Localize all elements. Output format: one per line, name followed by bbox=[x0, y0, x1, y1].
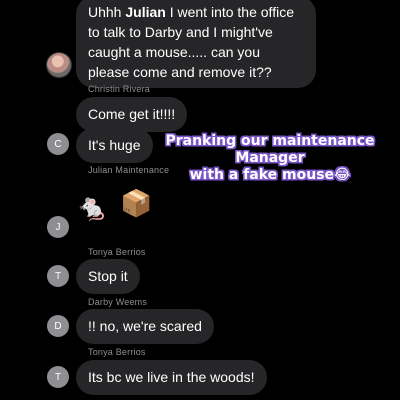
message-bubble-7[interactable]: Its bc we live in the woods! bbox=[76, 360, 267, 395]
message-text: !! no, we're scared bbox=[88, 318, 202, 334]
overlay-line-2: Manager bbox=[235, 150, 305, 166]
message-bubble-3[interactable]: It's huge bbox=[76, 128, 153, 163]
mentioned-name: Julian bbox=[125, 4, 166, 20]
sender-name: Tonya Berrios bbox=[88, 347, 146, 357]
overlay-line-3: with a fake mouse😂 bbox=[189, 167, 351, 183]
sender-name: Julian Maintenance bbox=[88, 165, 170, 175]
sender-name: Tonya Berrios bbox=[88, 247, 146, 257]
message-text: It's huge bbox=[88, 137, 141, 153]
message-text: Come get it!!!! bbox=[88, 106, 176, 122]
message-line-4: please come and remove it?? bbox=[88, 64, 272, 80]
message-bubble-6[interactable]: !! no, we're scared bbox=[76, 309, 214, 344]
sender-name: Christin Rivera bbox=[88, 84, 151, 94]
message-bubble-5[interactable]: Stop it bbox=[76, 259, 140, 294]
overlay-caption: Pranking our maintenance Manager with a … bbox=[160, 133, 380, 184]
message-text-prefix: Uhhh bbox=[88, 4, 126, 20]
avatar-j[interactable]: J bbox=[47, 216, 69, 238]
message-text: Its bc we live in the woods! bbox=[88, 369, 255, 385]
rat-emoji-icon[interactable]: 🐁 bbox=[76, 192, 108, 222]
avatar-t[interactable]: T bbox=[47, 265, 69, 287]
avatar-t[interactable]: T bbox=[47, 366, 69, 388]
avatar-d[interactable]: D bbox=[47, 315, 69, 337]
sender-name: Darby Weems bbox=[88, 297, 148, 307]
avatar-c[interactable]: C bbox=[47, 133, 69, 155]
package-emoji-icon[interactable]: 📦 bbox=[120, 188, 152, 218]
message-bubble-1[interactable]: Uhhh Julian I went into the office to ta… bbox=[76, 0, 316, 88]
message-line-2: to talk to Darby and I might've bbox=[88, 24, 273, 40]
overlay-line-1: Pranking our maintenance bbox=[165, 133, 375, 149]
message-text-line1-rest: I went into the office bbox=[165, 4, 294, 20]
message-line-3: caught a mouse..... can you bbox=[88, 44, 260, 60]
avatar-photo[interactable] bbox=[46, 52, 72, 78]
message-text: Stop it bbox=[88, 268, 128, 284]
message-bubble-2[interactable]: Come get it!!!! bbox=[76, 97, 188, 132]
